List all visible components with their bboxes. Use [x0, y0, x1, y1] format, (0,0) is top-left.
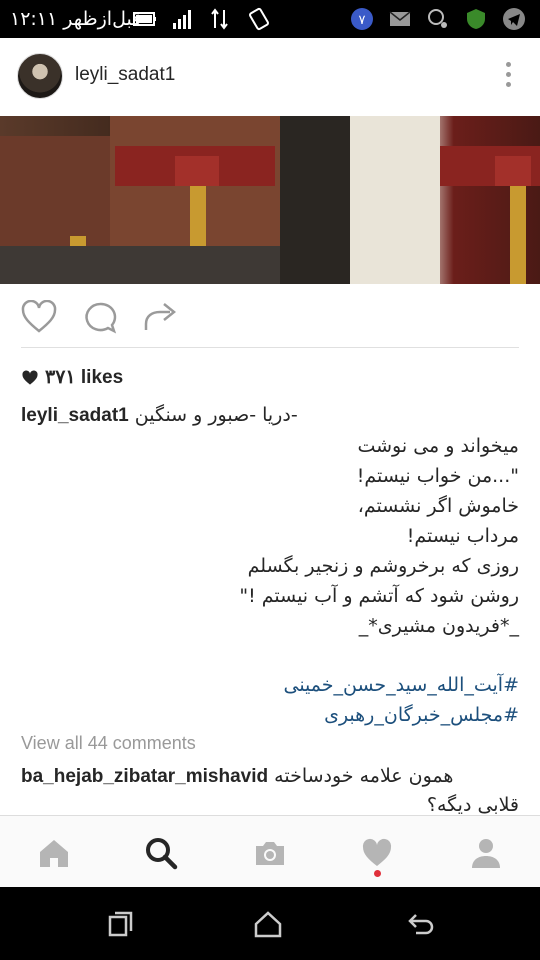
caption-username[interactable]: leyli_sadat1: [21, 401, 129, 431]
comment-username[interactable]: ba_hejab_zibatar_mishavid: [21, 766, 268, 787]
status-time: ۱۲:۱۱ قبل‌ازظهر: [10, 8, 142, 30]
battery-icon: [133, 12, 156, 26]
system-nav-bar: [0, 887, 540, 960]
recent-apps-icon[interactable]: [106, 909, 136, 939]
hashtags: #آیت_الله_سید_حسن_خمینی #مجلس_خبرگان_رهب…: [21, 670, 519, 730]
share-arrow-icon[interactable]: [142, 300, 178, 334]
back-icon[interactable]: [406, 909, 436, 939]
small-heart-icon: [22, 369, 38, 385]
post-username[interactable]: leyli_sadat1: [75, 64, 175, 86]
status-icons-left: [133, 7, 271, 31]
home-icon[interactable]: [37, 836, 71, 870]
comment-text-1: همون علامه خودساخته: [274, 765, 454, 787]
view-all-comments-link[interactable]: View all 44 comments: [21, 733, 196, 754]
status-bar: ۱۲:۱۱ قبل‌ازظهر ٧: [0, 0, 540, 38]
search-icon[interactable]: [144, 836, 178, 870]
caption-line-5: مرداب نیستم!: [406, 525, 519, 547]
post-actions: [0, 290, 540, 348]
camera-icon[interactable]: [253, 836, 287, 870]
pin-icon: [428, 9, 447, 28]
post-image[interactable]: [0, 116, 540, 284]
signal-icon: [173, 10, 191, 29]
post-caption: leyli_sadat1 -دریا -صبور و سنگین میخواند…: [21, 400, 519, 641]
caption-line-7: روشن شود که آتشم و آب نیستم !": [239, 585, 519, 607]
bottom-tab-bar: [0, 815, 540, 887]
photo-content: [0, 116, 540, 284]
likes-count[interactable]: ۳۷۱ likes: [21, 366, 123, 389]
status-icons-right: ٧: [350, 7, 526, 31]
hashtag-1[interactable]: #آیت_الله_سید_حسن_خمینی: [21, 670, 519, 700]
caption-line-1: -دریا -صبور و سنگین: [134, 404, 298, 426]
caption-line-2: میخواند و می نوشت: [357, 435, 519, 457]
likes-label: ۳۷۱ likes: [45, 367, 124, 388]
screen-rotate-icon: [249, 7, 269, 31]
avatar[interactable]: [17, 53, 63, 99]
divider: [21, 347, 519, 348]
activity-heart-icon[interactable]: [360, 836, 394, 870]
caption-line-8: _*فریدون مشیری*_: [358, 615, 519, 637]
like-heart-icon[interactable]: [20, 300, 58, 334]
svg-text:٧: ٧: [359, 13, 366, 28]
caption-line-6: روزی که برخروشم و زنجیر بگسلم: [247, 555, 519, 577]
hashtag-2[interactable]: #مجلس_خبرگان_رهبری: [21, 700, 519, 730]
comment-bubble-icon[interactable]: [82, 300, 118, 336]
post-header: leyli_sadat1: [0, 38, 540, 116]
caption-line-4: خاموش اگر نشستم،: [357, 495, 519, 517]
caption-line-3: "...من خواب نیستم!: [356, 465, 519, 487]
shield-icon: [467, 9, 485, 29]
profile-icon[interactable]: [469, 836, 503, 870]
notification-dot: [374, 870, 381, 877]
comment: ba_hejab_zibatar_mishavid همون علامه خود…: [21, 762, 519, 819]
v-badge-icon: ٧: [351, 8, 373, 30]
mail-icon: [389, 11, 411, 26]
more-options-icon[interactable]: [504, 62, 512, 92]
home-nav-icon[interactable]: [253, 909, 283, 939]
telegram-icon: [503, 8, 525, 30]
data-arrows-icon: [211, 8, 228, 30]
